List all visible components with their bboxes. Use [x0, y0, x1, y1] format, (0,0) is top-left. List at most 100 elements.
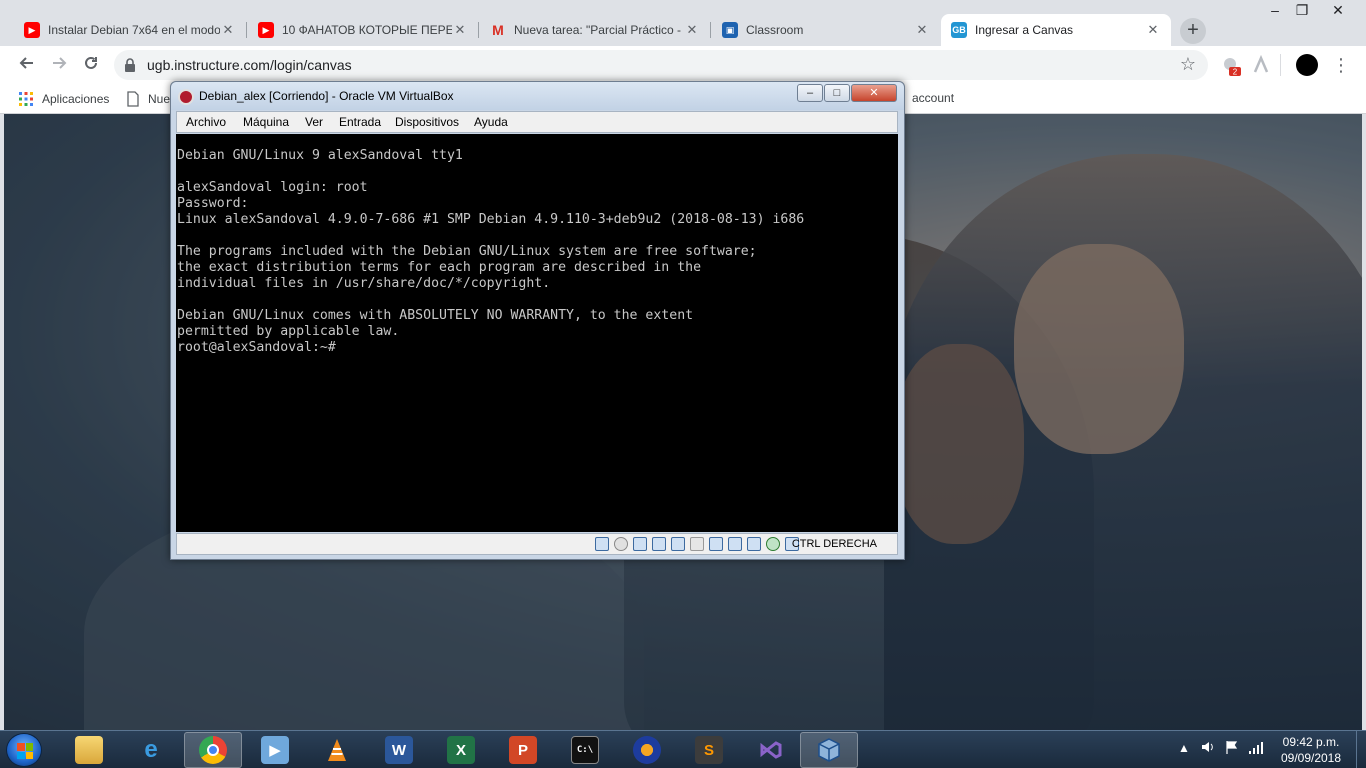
media-player-icon: ▶ [261, 736, 289, 764]
network-signal-icon[interactable] [1248, 739, 1264, 758]
profile-avatar[interactable] [1296, 54, 1318, 76]
vbox-maximize-button[interactable]: □ [824, 84, 850, 102]
show-hidden-icons-icon[interactable]: ▲ [1178, 741, 1190, 755]
toolbar-divider [1280, 54, 1281, 76]
cpu-icon[interactable] [747, 537, 761, 551]
taskbar-excel[interactable]: X [432, 732, 490, 768]
action-center-flag-icon[interactable] [1224, 739, 1240, 758]
network-icon[interactable] [652, 537, 666, 551]
powerpoint-icon: P [509, 736, 537, 764]
forward-arrow-icon [53, 57, 67, 69]
menu-entrada[interactable]: Entrada [339, 115, 381, 129]
maximize-button[interactable]: ❐ [1287, 0, 1317, 22]
taskbar-media-player[interactable]: ▶ [246, 732, 304, 768]
close-tab-icon[interactable]: ✕ [220, 22, 236, 38]
gmail-icon: M [492, 22, 504, 38]
tab-strip: ▶ Instalar Debian 7x64 en el modo ✕ ▶ 10… [0, 0, 1366, 46]
audio-icon[interactable] [633, 537, 647, 551]
pdf-extension-icon[interactable] [1250, 54, 1272, 76]
audacity-icon [633, 736, 661, 764]
internet-explorer-icon: e [144, 736, 158, 763]
youtube-icon: ▶ [258, 22, 274, 38]
vbox-title: Debian_alex [Corriendo] - Oracle VM Virt… [199, 89, 454, 103]
taskbar-visual-studio[interactable] [742, 732, 800, 768]
taskbar-virtualbox[interactable] [800, 732, 858, 768]
url-text: ugb.instructure.com/login/canvas [147, 57, 352, 73]
menu-dispositivos[interactable]: Dispositivos [395, 115, 459, 129]
tab-classroom[interactable]: ▣ Classroom ✕ [712, 14, 940, 46]
vbox-titlebar[interactable]: Debian_alex [Corriendo] - Oracle VM Virt… [171, 82, 904, 110]
reload-icon [85, 56, 97, 69]
minimize-button[interactable]: – [1260, 0, 1290, 22]
taskbar-powerpoint[interactable]: P [494, 732, 552, 768]
vlc-icon [323, 736, 351, 764]
lock-icon [125, 58, 135, 72]
menu-maquina[interactable]: Máquina [243, 115, 289, 129]
tab-separator [246, 22, 247, 38]
optical-drive-icon[interactable] [614, 537, 628, 551]
start-button[interactable] [6, 733, 42, 767]
sublime-text-icon: S [695, 736, 723, 764]
host-key-label: CTRL DERECHA [791, 538, 877, 550]
vm-console[interactable]: Debian GNU/Linux 9 alexSandoval tty1 ale… [176, 134, 898, 532]
virtualbox-vm-icon [178, 89, 194, 105]
windows-taskbar: e ▶ W X P C:\ S ▲ 09:42 p.m. 09/09/2018 [0, 730, 1366, 768]
reload-button[interactable] [80, 54, 102, 76]
taskbar-file-explorer[interactable] [60, 732, 118, 768]
menu-kebab-icon[interactable]: ⋮ [1330, 54, 1352, 76]
bookmark-apps[interactable]: Aplicaciones [18, 91, 109, 107]
taskbar-chrome[interactable] [184, 732, 242, 768]
menu-archivo[interactable]: Archivo [186, 115, 226, 129]
vbox-minimize-button[interactable]: – [797, 84, 823, 102]
menu-ver[interactable]: Ver [305, 115, 323, 129]
taskbar-sublime[interactable]: S [680, 732, 738, 768]
usb-icon[interactable] [671, 537, 685, 551]
guest-additions-icon[interactable] [766, 537, 780, 551]
bookmark-nue[interactable]: Nue [126, 91, 170, 107]
tab-canvas[interactable]: GB Ingresar a Canvas ✕ [941, 14, 1171, 46]
apps-grid-icon [19, 92, 33, 106]
youtube-icon: ▶ [24, 22, 40, 38]
volume-icon[interactable] [1200, 739, 1216, 758]
taskbar-internet-explorer[interactable]: e [122, 732, 180, 768]
browser-toolbar: ugb.instructure.com/login/canvas ☆ 2 ⋮ [0, 46, 1366, 84]
back-button[interactable] [16, 54, 38, 76]
close-tab-icon[interactable]: ✕ [1145, 22, 1161, 38]
taskbar-word[interactable]: W [370, 732, 428, 768]
close-tab-icon[interactable]: ✕ [452, 22, 468, 38]
excel-icon: X [447, 736, 475, 764]
menu-ayuda[interactable]: Ayuda [474, 115, 508, 129]
forward-button[interactable] [48, 54, 70, 76]
tab-youtube-debian[interactable]: ▶ Instalar Debian 7x64 en el modo ✕ [14, 14, 246, 46]
tab-separator [710, 22, 711, 38]
taskbar-cmd[interactable]: C:\ [556, 732, 614, 768]
virtualbox-window: Debian_alex [Corriendo] - Oracle VM Virt… [170, 81, 905, 560]
word-icon: W [385, 736, 413, 764]
bookmark-account[interactable]: account [912, 91, 954, 105]
close-window-button[interactable]: ✕ [1323, 0, 1353, 22]
shared-folders-icon[interactable] [690, 537, 704, 551]
classroom-icon: ▣ [722, 22, 738, 38]
taskbar-audacity[interactable] [618, 732, 676, 768]
back-arrow-icon [19, 57, 33, 69]
new-tab-button[interactable]: + [1180, 18, 1206, 44]
show-desktop-button[interactable] [1356, 731, 1366, 768]
bookmark-star-icon[interactable]: ☆ [1180, 54, 1196, 75]
canvas-icon: GB [951, 22, 967, 38]
extension-icon[interactable]: 2 [1220, 54, 1242, 77]
taskbar-vlc[interactable] [308, 732, 366, 768]
cmd-icon: C:\ [571, 736, 599, 764]
video-capture-icon[interactable] [728, 537, 742, 551]
vbox-statusbar: CTRL DERECHA [176, 533, 898, 555]
address-bar[interactable]: ugb.instructure.com/login/canvas ☆ [114, 50, 1208, 80]
visual-studio-icon [757, 736, 785, 764]
tab-gmail[interactable]: M Nueva tarea: "Parcial Práctico - ✕ [480, 14, 710, 46]
tab-youtube-fans[interactable]: ▶ 10 ФАНАТОВ КОТОРЫЕ ПЕРЕП ✕ [248, 14, 478, 46]
hard-disk-icon[interactable] [595, 537, 609, 551]
system-clock[interactable]: 09:42 p.m. 09/09/2018 [1276, 734, 1346, 766]
virtualbox-icon [815, 736, 843, 764]
close-tab-icon[interactable]: ✕ [914, 22, 930, 38]
close-tab-icon[interactable]: ✕ [684, 22, 700, 38]
display-icon[interactable] [709, 537, 723, 551]
vbox-close-button[interactable]: ✕ [851, 84, 897, 102]
